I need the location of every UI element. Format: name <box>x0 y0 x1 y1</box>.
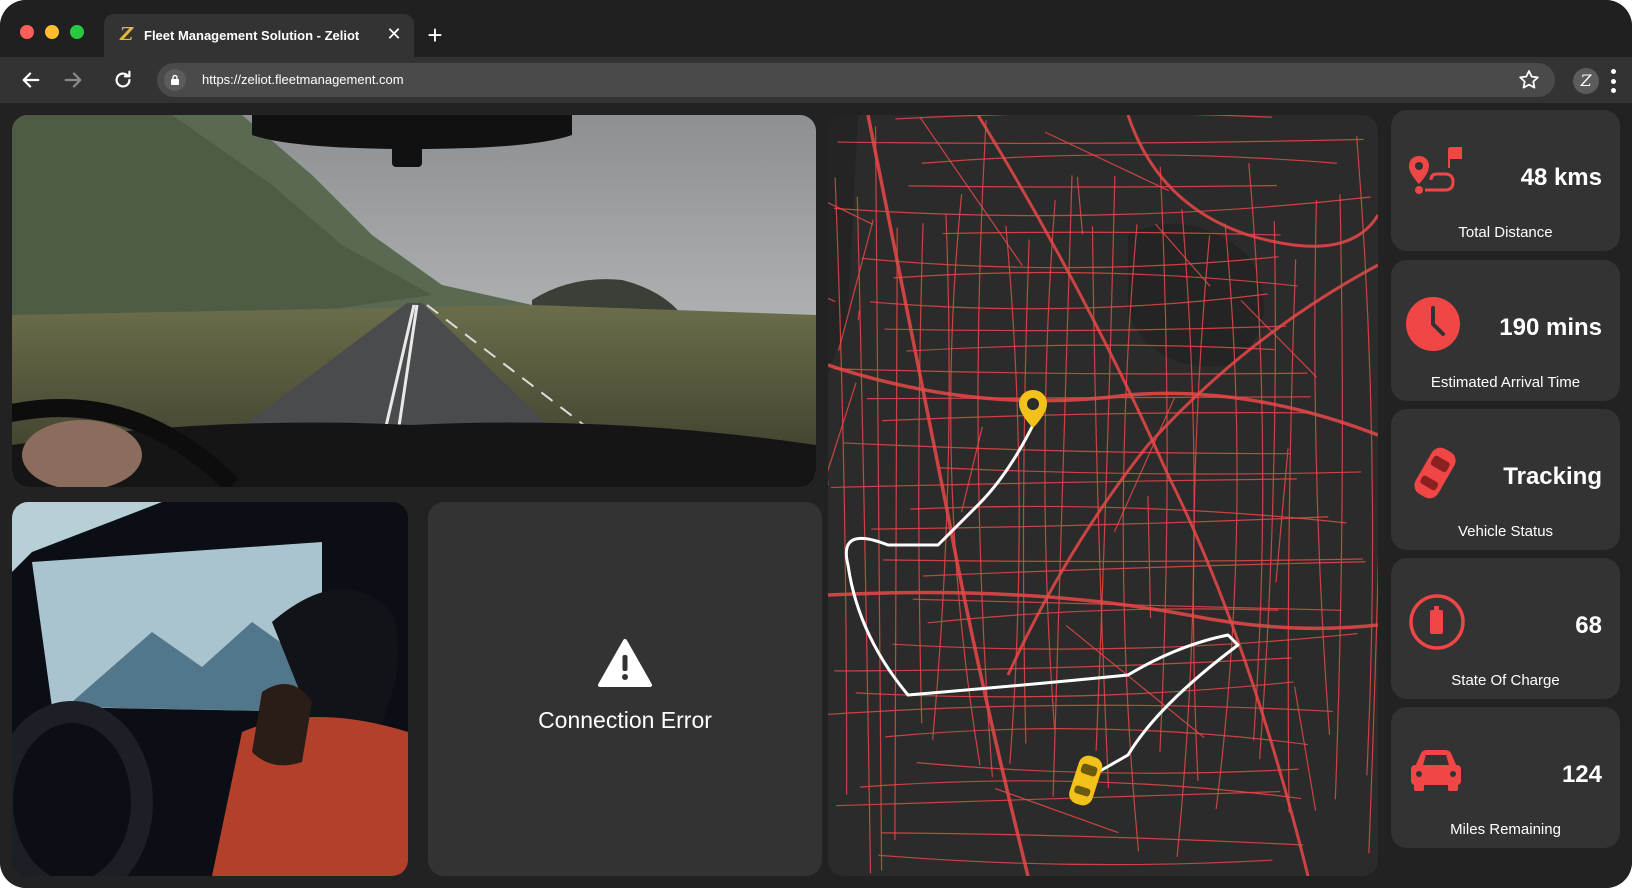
route-map[interactable] <box>828 115 1378 876</box>
state-of-charge-label: State Of Charge <box>1451 672 1560 689</box>
address-bar[interactable]: https://zeliot.fleetmanagement.com <box>157 63 1555 97</box>
plus-icon[interactable]: + <box>420 20 450 50</box>
clock-icon <box>1405 294 1465 354</box>
total-distance-label: Total Distance <box>1458 224 1553 241</box>
miles-remaining-label: Miles Remaining <box>1450 821 1561 838</box>
window-controls <box>20 25 84 39</box>
reload-icon[interactable] <box>108 65 138 95</box>
maximize-window-button[interactable] <box>70 25 84 39</box>
lock-icon[interactable] <box>164 69 186 91</box>
tab-fleet-management[interactable]: Z Fleet Management Solution - Zeliot ✕ <box>104 14 414 57</box>
vehicle-status-label: Vehicle Status <box>1457 523 1554 540</box>
state-of-charge-value: 68 <box>1575 612 1602 639</box>
miles-remaining-value: 124 <box>1561 761 1602 788</box>
car-front-icon <box>1405 741 1465 801</box>
browser-window: Z Fleet Management Solution - Zeliot ✕ +… <box>0 0 1632 888</box>
kebab-icon[interactable] <box>1609 69 1617 93</box>
tab-title: Fleet Management Solution - Zeliot <box>144 28 360 43</box>
battery-icon <box>1405 592 1465 652</box>
tab-strip: Z Fleet Management Solution - Zeliot ✕ + <box>0 0 1632 57</box>
arrow-right-icon[interactable] <box>58 65 88 95</box>
zeliot-logo-icon: Z <box>120 24 134 45</box>
close-icon[interactable]: ✕ <box>380 20 408 48</box>
browser-toolbar: https://zeliot.fleetmanagement.com Z <box>0 57 1632 103</box>
route-icon <box>1405 144 1465 204</box>
cabin-camera-feed[interactable] <box>12 502 408 876</box>
stat-card-arrival-time[interactable]: 190 mins Estimated Arrival Time <box>1391 260 1620 401</box>
warning-icon <box>598 638 652 688</box>
dashboard: Connection Error 48 kms Total Distance 1… <box>0 103 1632 888</box>
error-message: Connection Error <box>538 707 712 733</box>
profile-avatar[interactable]: Z <box>1573 68 1599 94</box>
close-window-button[interactable] <box>20 25 34 39</box>
minimize-window-button[interactable] <box>45 25 59 39</box>
stat-card-state-of-charge[interactable]: 68 State Of Charge <box>1391 558 1620 699</box>
arrow-left-icon[interactable] <box>16 65 46 95</box>
arrival-time-label: Estimated Arrival Time <box>1430 374 1581 391</box>
stat-card-vehicle-status[interactable]: Tracking Vehicle Status <box>1391 409 1620 550</box>
connection-error-panel: Connection Error <box>428 502 822 876</box>
car-top-icon <box>1405 443 1465 503</box>
star-icon[interactable] <box>1517 68 1541 92</box>
url-text[interactable]: https://zeliot.fleetmanagement.com <box>202 72 404 87</box>
arrival-time-value: 190 mins <box>1499 314 1602 341</box>
stat-card-miles-remaining[interactable]: 124 Miles Remaining <box>1391 707 1620 848</box>
vehicle-status-value: Tracking <box>1503 463 1602 490</box>
total-distance-value: 48 kms <box>1520 164 1602 191</box>
front-camera-feed[interactable] <box>12 115 816 487</box>
stat-card-total-distance[interactable]: 48 kms Total Distance <box>1391 110 1620 251</box>
